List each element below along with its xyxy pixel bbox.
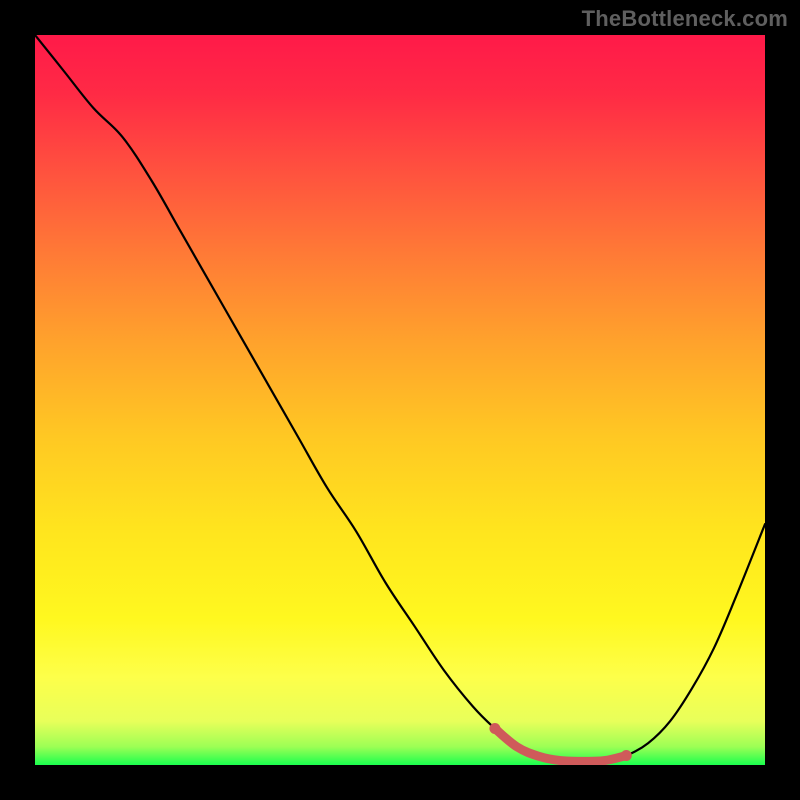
- watermark-text: TheBottleneck.com: [582, 6, 788, 32]
- bottleneck-curve: [35, 35, 765, 761]
- plot-area: [35, 35, 765, 765]
- chart-frame: TheBottleneck.com: [0, 0, 800, 800]
- chart-lines: [35, 35, 765, 765]
